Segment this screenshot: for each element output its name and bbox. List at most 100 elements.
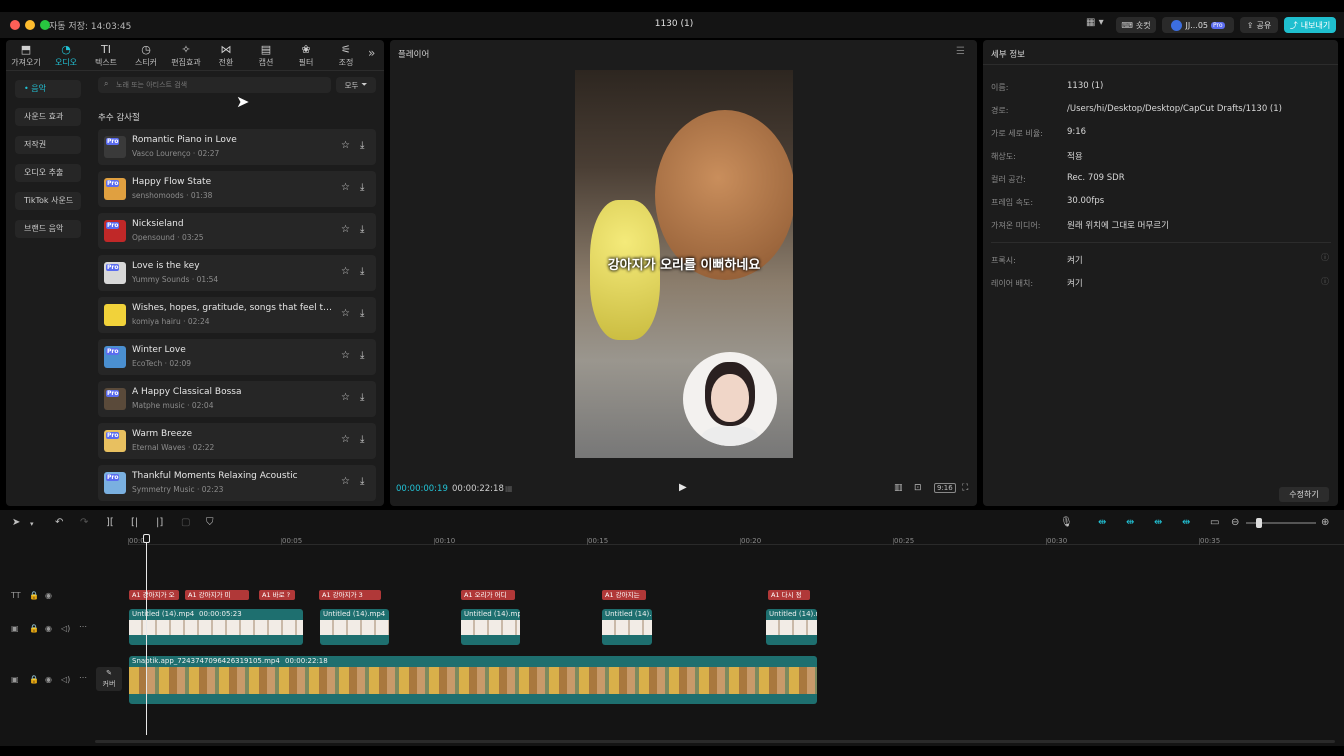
redo-icon[interactable]: ↷: [80, 517, 88, 528]
snap-icon[interactable]: ⇹: [1182, 517, 1190, 528]
category-music[interactable]: • 음악: [15, 80, 81, 98]
favorite-star-icon[interactable]: ☆: [341, 476, 350, 487]
video-clip[interactable]: Untitled (14).r: [602, 609, 652, 645]
mute-icon[interactable]: ◁): [61, 675, 70, 684]
close-window-button[interactable]: [10, 20, 20, 30]
user-account-button[interactable]: JJ...05 Pro: [1162, 17, 1234, 33]
shield-icon[interactable]: ⛉: [206, 517, 214, 528]
more-icon[interactable]: ⋯: [79, 622, 87, 631]
tool-text[interactable]: TI 텍스트: [86, 43, 126, 68]
music-track-item[interactable]: Pro Romantic Piano in Love Vasco Lourenço …: [98, 129, 376, 165]
music-track-item[interactable]: Pro Happy Flow State senshomoods · 01:38 ☆ ⤓: [98, 171, 376, 207]
undo-icon[interactable]: ↶: [55, 517, 63, 528]
magnet-icon[interactable]: ⇹: [1098, 517, 1106, 528]
play-button[interactable]: ▶: [679, 482, 687, 493]
eye-icon[interactable]: ◉: [45, 675, 52, 684]
delete-icon[interactable]: ▢: [181, 517, 190, 528]
main-video-clip[interactable]: Snaptik.app_7243747096426319105.mp4 00:0…: [129, 656, 817, 704]
tool-transition[interactable]: ⋈ 전환: [206, 43, 246, 68]
share-button[interactable]: ⇪ 공유: [1240, 17, 1278, 33]
lock-icon[interactable]: 🔒: [29, 591, 39, 600]
music-track-item[interactable]: Pro Nicksieland Opensound · 03:25 ☆ ⤓: [98, 213, 376, 249]
minimize-window-button[interactable]: [25, 20, 35, 30]
tool-audio[interactable]: ◔ 오디오: [46, 43, 86, 68]
playhead-handle[interactable]: [143, 534, 150, 543]
video-preview[interactable]: 강아지가 오리를 이뻐하네요: [575, 70, 793, 458]
zoom-slider-handle[interactable]: [1256, 518, 1262, 528]
layer-info-icon[interactable]: ⓘ: [1321, 276, 1329, 287]
category-tiktok-sound[interactable]: TikTok 사운드: [15, 192, 81, 210]
tool-effects[interactable]: ✧ 편집효과: [166, 43, 206, 68]
download-icon[interactable]: ⤓: [360, 434, 364, 445]
mute-icon[interactable]: ◁): [61, 624, 70, 633]
music-track-item[interactable]: Wishes, hopes, gratitude, songs that fee…: [98, 297, 376, 333]
video-clip[interactable]: Untitled (14).mp4: [320, 609, 389, 645]
split-right-icon[interactable]: |]: [156, 517, 163, 528]
text-clip[interactable]: A1 강아지가 미: [185, 590, 249, 600]
text-clip[interactable]: A1 강아지가 오: [129, 590, 179, 600]
fullscreen-icon[interactable]: ⛶: [962, 483, 968, 493]
caption-sync-icon[interactable]: ▭: [1210, 517, 1219, 528]
more-tools-icon[interactable]: »: [368, 46, 375, 60]
search-field[interactable]: ⌕ 노래 또는 아티스트 검색: [98, 77, 331, 93]
lock-icon[interactable]: 🔒: [29, 675, 39, 684]
favorite-star-icon[interactable]: ☆: [341, 224, 350, 235]
favorite-star-icon[interactable]: ☆: [341, 182, 350, 193]
download-icon[interactable]: ⤓: [360, 308, 364, 319]
zoom-out-icon[interactable]: ⊖: [1231, 517, 1239, 528]
text-clip[interactable]: A1 오리가 어디: [461, 590, 515, 600]
favorite-star-icon[interactable]: ☆: [341, 266, 350, 277]
time-ruler[interactable]: [128, 535, 1344, 545]
download-icon[interactable]: ⤓: [360, 476, 364, 487]
tool-filter[interactable]: ❀ 필터: [286, 43, 326, 68]
filter-dropdown[interactable]: 모두 ⏷: [336, 77, 376, 93]
music-track-item[interactable]: Pro Winter Love EcoTech · 02:09 ☆ ⤓: [98, 339, 376, 375]
music-track-item[interactable]: Pro A Happy Classical Bossa Matphe music ·…: [98, 381, 376, 417]
shortcut-button[interactable]: ⌨ 숏컷: [1116, 17, 1156, 33]
player-menu-icon[interactable]: ☰: [956, 46, 965, 57]
tool-sticker[interactable]: ◷ 스티커: [126, 43, 166, 68]
more-icon[interactable]: ⋯: [79, 673, 87, 682]
favorite-star-icon[interactable]: ☆: [341, 392, 350, 403]
lock-icon[interactable]: 🔒: [29, 624, 39, 633]
search-input[interactable]: 노래 또는 아티스트 검색: [116, 80, 187, 90]
download-icon[interactable]: ⤓: [360, 392, 364, 403]
quality-icon[interactable]: ▥: [894, 483, 903, 493]
category-sound-effects[interactable]: 사운드 효과: [15, 108, 81, 126]
screenshot-icon[interactable]: ⊡: [914, 483, 922, 493]
video-clip[interactable]: Untitled (14).r: [766, 609, 817, 645]
tool-caption[interactable]: ▤ 캡션: [246, 43, 286, 68]
tool-import[interactable]: ⬒ 가져오기: [6, 43, 46, 68]
download-icon[interactable]: ⤓: [360, 350, 364, 361]
download-icon[interactable]: ⤓: [360, 140, 364, 151]
video-clip[interactable]: Untitled (14).mp: [461, 609, 520, 645]
download-icon[interactable]: ⤓: [360, 224, 364, 235]
music-track-item[interactable]: Pro Warm Breeze Eternal Waves · 02:22 ☆ ⤓: [98, 423, 376, 459]
text-clip[interactable]: A1 다시 정: [768, 590, 810, 600]
download-icon[interactable]: ⤓: [360, 266, 364, 277]
music-track-item[interactable]: Pro Thankful Moments Relaxing Acoustic Sym…: [98, 465, 376, 501]
zoom-in-icon[interactable]: ⊕: [1321, 517, 1329, 528]
eye-icon[interactable]: ◉: [45, 624, 52, 633]
split-left-icon[interactable]: [|: [131, 517, 138, 528]
proxy-info-icon[interactable]: ⓘ: [1321, 252, 1329, 263]
split-icon[interactable]: ][: [106, 517, 114, 528]
category-brand-music[interactable]: 브랜드 음악: [15, 220, 81, 238]
cover-button[interactable]: ✎ 커버: [96, 667, 122, 691]
text-clip[interactable]: A1 강아지가 3: [319, 590, 381, 600]
timecode-format-icon[interactable]: ▦: [505, 484, 513, 493]
eye-icon[interactable]: ◉: [45, 591, 52, 600]
tool-adjust[interactable]: ⚟ 조정: [326, 43, 366, 68]
text-clip[interactable]: A1 바로 ?: [259, 590, 295, 600]
microphone-icon[interactable]: 🎙: [1060, 517, 1073, 528]
modify-button[interactable]: 수정하기: [1279, 487, 1329, 502]
link-icon[interactable]: ⇹: [1126, 517, 1134, 528]
playhead[interactable]: [146, 535, 147, 735]
favorite-star-icon[interactable]: ☆: [341, 350, 350, 361]
category-copyright[interactable]: 저작권: [15, 136, 81, 154]
download-icon[interactable]: ⤓: [360, 182, 364, 193]
text-clip[interactable]: A1 강아지는: [602, 590, 646, 600]
category-extract-audio[interactable]: 오디오 추출: [15, 164, 81, 182]
export-button[interactable]: ⤴ 내보내기: [1284, 17, 1336, 33]
ratio-button[interactable]: 9:16: [934, 483, 956, 493]
